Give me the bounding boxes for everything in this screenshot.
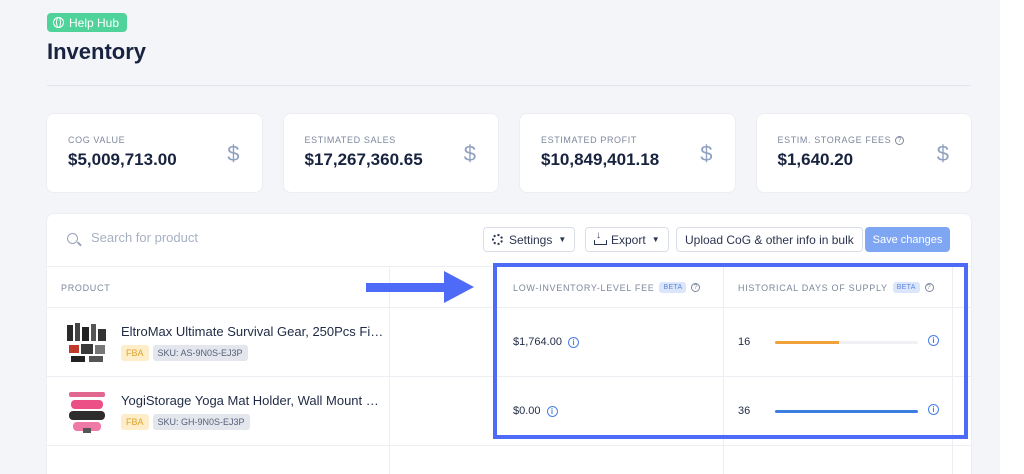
globe-icon — [53, 17, 64, 28]
card-label: COG VALUE — [68, 135, 126, 145]
upload-label: Upload CoG & other info in bulk — [685, 232, 854, 247]
table-toolbar: Settings ▼ Export ▼ Upload CoG & other i… — [47, 214, 971, 266]
product-thumbnail — [69, 392, 105, 433]
fba-badge: FBA — [121, 345, 149, 361]
card-value: $5,009,713.00 — [68, 150, 177, 169]
card-value: $1,640.20 — [777, 150, 854, 169]
dollar-icon: $ — [700, 141, 713, 166]
fba-badge: FBA — [121, 414, 149, 430]
dollar-icon: $ — [936, 141, 949, 166]
export-button[interactable]: Export ▼ — [585, 227, 669, 252]
summary-card-storage-fees: ESTIM. STORAGE FEES ? $1,640.20 $ — [756, 114, 971, 192]
header-divider — [47, 85, 971, 86]
search-input[interactable] — [91, 230, 391, 245]
card-value: $10,849,401.18 — [541, 150, 660, 169]
sku-badge: SKU: AS-9N0S-EJ3P — [152, 345, 248, 361]
upload-bulk-button[interactable]: Upload CoG & other info in bulk — [676, 227, 863, 252]
product-name[interactable]: YogiStorage Yoga Mat Holder, Wall Mount … — [121, 393, 386, 408]
card-value: $17,267,360.65 — [304, 150, 423, 169]
card-label: ESTIMATED SALES — [304, 135, 396, 145]
arrow-head — [444, 271, 474, 303]
product-thumbnail — [67, 323, 106, 362]
column-label: PRODUCT — [61, 282, 111, 293]
card-label: ESTIMATED PROFIT — [541, 135, 637, 145]
summary-cards: COG VALUE $5,009,713.00 $ ESTIMATED SALE… — [47, 114, 971, 192]
page-title: Inventory — [47, 39, 147, 64]
summary-card-cog-value: COG VALUE $5,009,713.00 $ — [47, 114, 262, 192]
question-icon[interactable]: ? — [895, 135, 905, 145]
column-header-product[interactable]: PRODUCT — [61, 267, 110, 308]
highlight-box — [493, 263, 968, 439]
sku-badge: SKU: GH-9N0S-EJ3P — [152, 414, 250, 430]
settings-label: Settings — [509, 232, 553, 247]
summary-card-estimated-sales: ESTIMATED SALES $17,267,360.65 $ — [283, 114, 498, 192]
help-hub-label: Help Hub — [69, 15, 120, 30]
summary-card-estimated-profit: ESTIMATED PROFIT $10,849,401.18 $ — [520, 114, 735, 192]
gear-icon — [492, 234, 503, 245]
card-label: ESTIM. STORAGE FEES — [777, 135, 892, 145]
search-icon — [67, 233, 78, 244]
arrow-shaft — [366, 283, 450, 292]
chevron-down-icon: ▼ — [651, 235, 660, 244]
help-hub-badge[interactable]: Help Hub — [47, 13, 128, 32]
chevron-down-icon: ▼ — [558, 235, 567, 244]
settings-button[interactable]: Settings ▼ — [483, 227, 576, 252]
export-label: Export — [611, 232, 646, 247]
dollar-icon: $ — [463, 141, 476, 166]
save-changes-button[interactable]: Save changes — [865, 227, 950, 252]
dollar-icon: $ — [227, 141, 240, 166]
download-icon — [594, 230, 607, 245]
product-name[interactable]: EltroMax Ultimate Survival Gear, 250Pcs … — [121, 324, 386, 339]
